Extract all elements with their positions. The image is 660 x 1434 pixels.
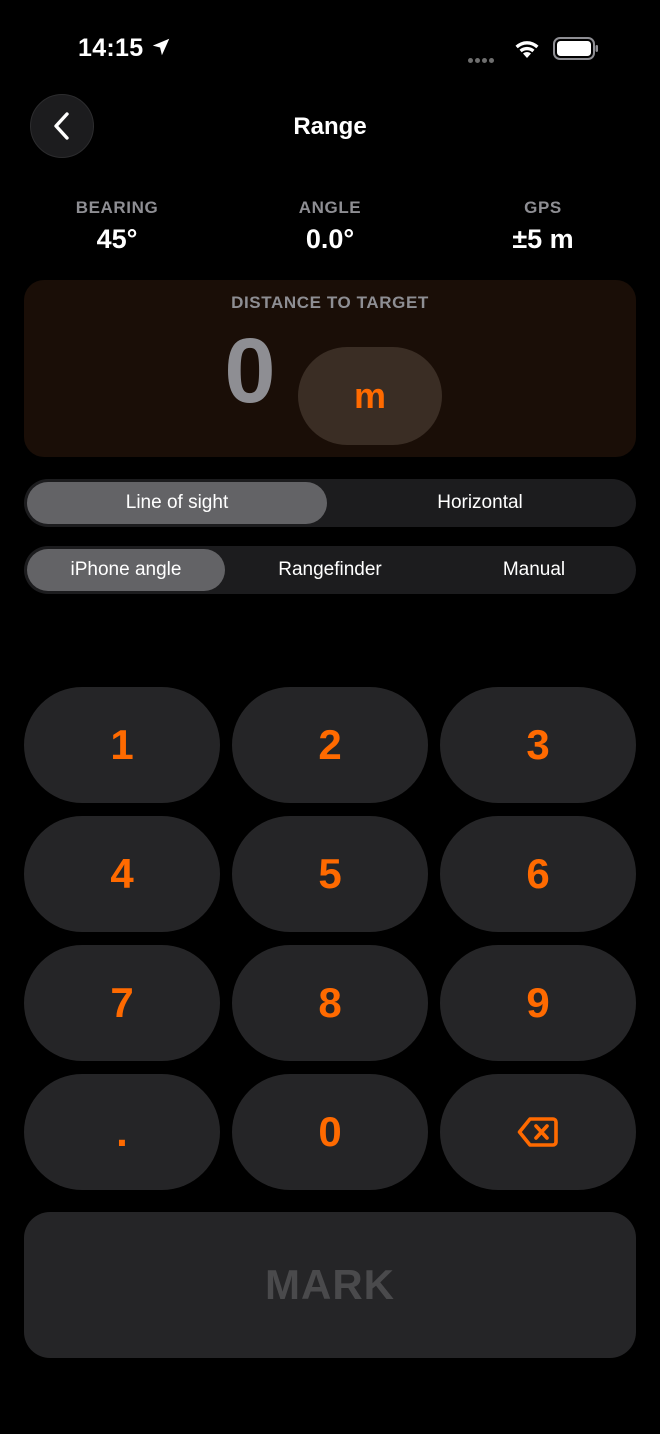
segment-horizontal[interactable]: Horizontal bbox=[327, 482, 633, 524]
key-4[interactable]: 4 bbox=[24, 816, 220, 932]
page-title: Range bbox=[293, 113, 367, 140]
gps-label: GPS bbox=[524, 198, 562, 217]
segment-iphone-angle[interactable]: iPhone angle bbox=[27, 549, 225, 591]
delete-left-icon bbox=[517, 1117, 558, 1147]
bearing-value: 45° bbox=[96, 224, 138, 254]
measurement-mode-segment: Line of sight Horizontal bbox=[24, 479, 636, 527]
location-arrow-icon bbox=[152, 38, 170, 56]
status-time: 14:15 bbox=[78, 34, 144, 62]
key-7[interactable]: 7 bbox=[24, 945, 220, 1061]
key-6[interactable]: 6 bbox=[440, 816, 636, 932]
mark-button[interactable]: MARK bbox=[24, 1212, 636, 1358]
bearing-stat: BEARING 45° bbox=[17, 198, 217, 255]
distance-value: 0 bbox=[224, 320, 276, 422]
key-9[interactable]: 9 bbox=[440, 945, 636, 1061]
angle-source-segment: iPhone angle Rangefinder Manual bbox=[24, 546, 636, 594]
key-8[interactable]: 8 bbox=[232, 945, 428, 1061]
distance-label: DISTANCE TO TARGET bbox=[231, 293, 429, 312]
key-2[interactable]: 2 bbox=[232, 687, 428, 803]
segment-manual[interactable]: Manual bbox=[435, 549, 633, 591]
key-delete[interactable] bbox=[440, 1074, 636, 1190]
key-0[interactable]: 0 bbox=[232, 1074, 428, 1190]
segment-rangefinder[interactable]: Rangefinder bbox=[225, 549, 435, 591]
key-3[interactable]: 3 bbox=[440, 687, 636, 803]
gps-value: ±5 m bbox=[512, 224, 574, 254]
battery-icon bbox=[553, 37, 598, 60]
wifi-icon bbox=[515, 41, 539, 58]
bearing-label: BEARING bbox=[75, 198, 159, 217]
angle-label: ANGLE bbox=[298, 198, 362, 217]
angle-value: 0.0° bbox=[305, 224, 355, 254]
key-1[interactable]: 1 bbox=[24, 687, 220, 803]
key-decimal[interactable]: . bbox=[24, 1074, 220, 1190]
unit-toggle-button[interactable]: m bbox=[298, 347, 442, 445]
cellular-signal-icon bbox=[468, 50, 496, 68]
angle-stat: ANGLE 0.0° bbox=[230, 198, 430, 255]
key-5[interactable]: 5 bbox=[232, 816, 428, 932]
segment-line-of-sight[interactable]: Line of sight bbox=[27, 482, 327, 524]
gps-stat: GPS ±5 m bbox=[443, 198, 643, 255]
